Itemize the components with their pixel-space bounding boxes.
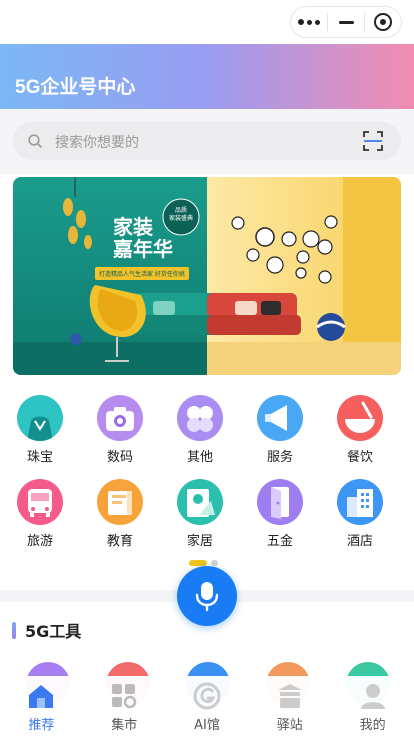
mini-program-capsule	[290, 6, 402, 38]
scan-icon[interactable]	[363, 131, 383, 151]
category-label: 服务	[266, 450, 293, 465]
tab-label: AI馆	[194, 718, 220, 733]
banner-badge: 品质 家装盛典	[163, 207, 199, 223]
other-icon	[177, 395, 223, 441]
page-title: 5G企业号中心	[15, 77, 136, 98]
camera-icon	[97, 395, 143, 441]
section-marker	[12, 621, 16, 639]
ai-tab-icon	[191, 681, 223, 711]
category-home[interactable]: 家居	[170, 479, 230, 549]
category-label: 五金	[266, 534, 293, 549]
search-icon	[28, 134, 42, 148]
tab-label: 推荐	[28, 718, 55, 733]
tab-ai[interactable]: AI馆	[166, 676, 249, 736]
category-education[interactable]: 教育	[90, 479, 150, 549]
category-hotel[interactable]: 酒店	[330, 479, 390, 549]
bottom-tab-bar: 推荐 集市 AI馆 驿站 我的	[0, 676, 414, 736]
jewelry-icon	[17, 395, 63, 441]
microphone-icon	[195, 582, 219, 612]
category-digital[interactable]: 数码	[90, 395, 150, 465]
tab-market[interactable]: 集市	[83, 676, 166, 736]
tab-label: 集市	[111, 718, 138, 733]
category-travel[interactable]: 旅游	[10, 479, 70, 549]
category-label: 家居	[186, 534, 213, 549]
home-icon	[177, 479, 223, 525]
minus-icon	[338, 20, 354, 24]
tools-title: 5G工具	[25, 622, 82, 641]
category-jewelry[interactable]: 珠宝	[10, 395, 70, 465]
tab-mine[interactable]: 我的	[331, 676, 414, 736]
food-icon	[337, 395, 383, 441]
promo-banner[interactable]: 家装 嘉年华 品质 家装盛典 打造精品人气生活家 好货任你挑	[13, 177, 401, 375]
category-label: 数码	[106, 450, 133, 465]
close-button[interactable]	[365, 7, 401, 37]
category-label: 教育	[106, 534, 133, 549]
station-tab-icon	[274, 681, 306, 711]
more-button[interactable]	[291, 7, 327, 37]
category-label: 其他	[186, 450, 213, 465]
category-label: 旅游	[26, 534, 53, 549]
category-other[interactable]: 其他	[170, 395, 230, 465]
tab-station[interactable]: 驿站	[248, 676, 331, 736]
minimize-button[interactable]	[328, 7, 364, 37]
category-label: 珠宝	[26, 450, 53, 465]
travel-icon	[17, 479, 63, 525]
banner-badge-1: 品质	[174, 207, 187, 214]
search-section: 搜索你想要的	[0, 109, 414, 174]
education-icon	[97, 479, 143, 525]
target-icon	[374, 13, 392, 31]
banner-headline: 家装 嘉年华	[113, 217, 173, 261]
voice-button[interactable]	[177, 566, 237, 626]
header: 5G企业号中心	[0, 44, 414, 109]
hotel-icon	[337, 479, 383, 525]
banner-headline-2: 嘉年华	[113, 239, 173, 261]
category-food[interactable]: 餐饮	[330, 395, 390, 465]
category-label: 餐饮	[346, 450, 373, 465]
service-icon	[257, 395, 303, 441]
more-dots-icon	[298, 19, 320, 25]
category-label: 酒店	[346, 534, 373, 549]
top-bar	[0, 0, 414, 44]
profile-tab-icon	[357, 681, 389, 711]
home-tab-icon	[25, 681, 57, 711]
market-tab-icon	[108, 681, 140, 711]
page-dot	[211, 560, 218, 566]
search-input[interactable]: 搜索你想要的	[13, 122, 401, 160]
tab-label: 驿站	[276, 718, 303, 733]
category-service[interactable]: 服务	[250, 395, 310, 465]
hardware-icon	[257, 479, 303, 525]
banner-image	[13, 177, 401, 375]
banner-badge-2: 家装盛典	[168, 215, 193, 222]
tab-label: 我的	[359, 718, 386, 733]
tools-section-header: 5G工具	[12, 618, 81, 642]
banner-subline: 打造精品人气生活家 好货任你挑	[95, 267, 189, 280]
search-placeholder: 搜索你想要的	[55, 135, 139, 151]
category-hardware[interactable]: 五金	[250, 479, 310, 549]
tab-recommend[interactable]: 推荐	[0, 676, 83, 736]
page-indicator	[189, 560, 218, 566]
